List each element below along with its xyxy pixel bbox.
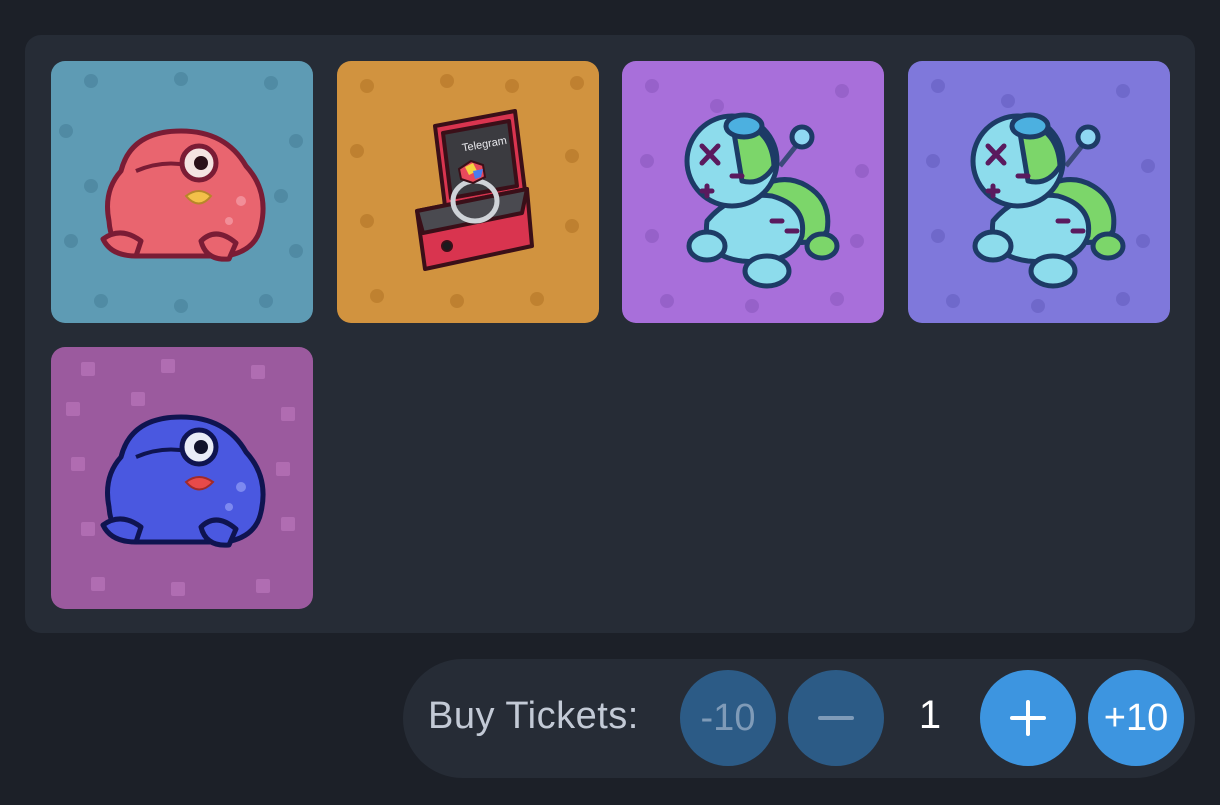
gift-card-blue-frog[interactable]: [51, 347, 313, 609]
blue-frog-icon: [100, 414, 266, 548]
gift-card-pink-frog[interactable]: [51, 61, 313, 323]
increase-one-button[interactable]: [980, 670, 1076, 766]
ticket-quantity: 1: [918, 693, 942, 737]
gift-grid-panel: Telegram: [25, 35, 1195, 633]
minus-icon: [818, 716, 854, 720]
plus-icon: [1010, 700, 1046, 736]
voodoo-doll-icon: [970, 112, 1126, 289]
gift-card-ring-box[interactable]: Telegram: [337, 61, 599, 323]
pink-frog-icon: [100, 128, 266, 262]
ring-box-icon: Telegram: [415, 109, 534, 271]
decrease-one-button[interactable]: [788, 670, 884, 766]
ticket-purchase-bar: Buy Tickets: -10 1 +10: [403, 659, 1195, 778]
decrease-ten-button[interactable]: -10: [680, 670, 776, 766]
gift-card-voodoo-doll-blue[interactable]: [908, 61, 1170, 323]
increase-ten-button[interactable]: +10: [1088, 670, 1184, 766]
buy-tickets-label: Buy Tickets:: [428, 695, 639, 737]
gift-card-voodoo-doll-violet[interactable]: [622, 61, 884, 323]
voodoo-doll-icon: [684, 112, 840, 289]
